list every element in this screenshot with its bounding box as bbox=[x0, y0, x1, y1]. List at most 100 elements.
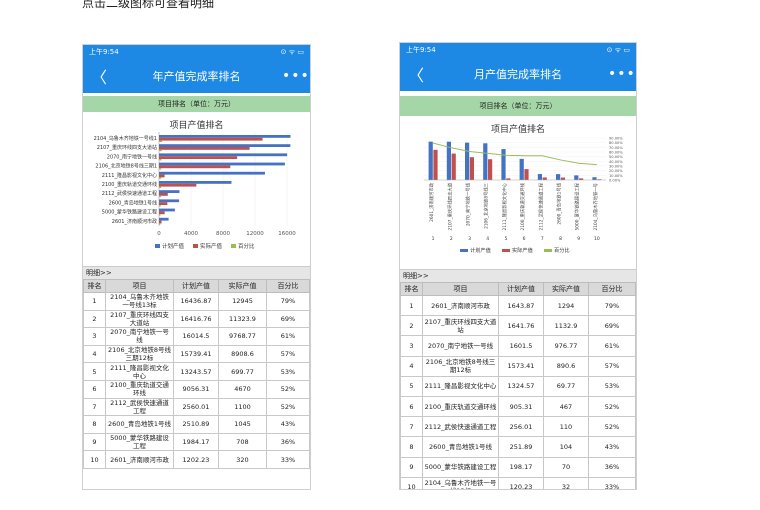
category-label: 2111_隆昌影视文化中心 bbox=[102, 172, 157, 179]
detail-link[interactable]: 明细>> bbox=[83, 266, 310, 279]
x-tick-label: 6 bbox=[523, 236, 526, 242]
percent-cell: 33% bbox=[588, 476, 636, 489]
title-bar: 〈 年产值完成率排名 ••• bbox=[83, 59, 310, 93]
rank-cell: 1 bbox=[83, 292, 106, 311]
year-chart[interactable]: 项目产值排名 0 4000 8000 12000 16000 2104_乌鲁木齐地铁一号线… bbox=[83, 112, 310, 262]
category-label: 5000_蒙华铁路建设工程 bbox=[102, 209, 157, 216]
actual-cell: 1132.9 bbox=[543, 315, 589, 337]
table-row[interactable]: 3 2070_南宁地铁一号线 16014.5 9768.77 61% bbox=[83, 327, 310, 346]
status-bar: 上午9:54 ⊙ ᯤ ▭ bbox=[83, 45, 310, 59]
percent-bar bbox=[159, 140, 163, 142]
x-tick-label: 2 bbox=[450, 236, 453, 242]
col-header-percent: 百分比 bbox=[266, 279, 310, 293]
table-row[interactable]: 10 2601_济南顺河市政 1202.23 320 33% bbox=[83, 450, 310, 469]
percent-cell: 53% bbox=[588, 375, 636, 397]
rank-cell: 3 bbox=[400, 335, 423, 357]
year-detail-table: 排名 项目 计划产值 实际产值 百分比 1 2104_乌鲁木齐地铁一号线13标 16… bbox=[83, 279, 310, 469]
actual-cell: 12945 bbox=[218, 292, 267, 311]
more-icon[interactable]: ••• bbox=[608, 66, 635, 82]
chart-title: 项目产值排名 bbox=[490, 125, 545, 135]
page-caption: 点击二级图标可查看明细 bbox=[82, 0, 215, 10]
legend-label: 计划产值 bbox=[470, 246, 491, 254]
rank-cell: 7 bbox=[400, 416, 423, 438]
percent-cell: 33% bbox=[266, 450, 310, 469]
actual-cell: 467 bbox=[543, 395, 589, 418]
table-row[interactable]: 8 2600_青岛地铁1号线 251.89 104 43% bbox=[400, 436, 636, 458]
rank-cell: 3 bbox=[83, 327, 106, 346]
rank-header: 项目排名（单位：万元） bbox=[83, 96, 310, 112]
rank-header: 项目排名（单位：万元） bbox=[400, 96, 636, 116]
plan-cell: 1573.41 bbox=[498, 355, 544, 377]
x-tick-label: 7 bbox=[541, 236, 544, 242]
status-bar: 上午9:54 ⊙ ᯤ ▭ bbox=[400, 43, 636, 57]
plan-cell: 198.17 bbox=[498, 456, 544, 478]
month-detail-table: 排名 项目 计划产值 实际产值 百分比 1 2601_济南顺河市政 1643.87 1… bbox=[400, 282, 636, 489]
x-tick-label: 10 bbox=[594, 236, 600, 242]
category-label: 2112_武侯快速通道工程 bbox=[102, 190, 157, 197]
percent-cell: 69% bbox=[588, 315, 636, 337]
project-cell: 2104_乌鲁木齐地铁一号线13标 bbox=[105, 292, 174, 311]
rank-cell: 5 bbox=[400, 375, 423, 397]
category-label: 2100_重庆轨道交通环线 bbox=[102, 181, 157, 188]
back-icon[interactable]: 〈 bbox=[91, 64, 111, 88]
rank-cell: 9 bbox=[83, 432, 106, 452]
rank-cell: 10 bbox=[400, 476, 423, 489]
actual-cell: 9768.77 bbox=[218, 327, 267, 346]
table-row[interactable]: 4 2106_北京地铁8号线三期12标 1573.41 890.6 57% bbox=[400, 355, 636, 377]
table-row[interactable]: 5 2111_隆昌影视文化中心 1324.57 69.77 53% bbox=[400, 375, 636, 397]
percent-cell: 61% bbox=[588, 335, 636, 357]
project-cell: 2100_重庆轨道交通环线 bbox=[105, 379, 174, 399]
percent-bar bbox=[159, 186, 162, 188]
status-time: 上午9:54 bbox=[89, 48, 119, 56]
table-row[interactable]: 1 2104_乌鲁木齐地铁一号线13标 16436.87 12945 79% bbox=[83, 292, 310, 311]
detail-link[interactable]: 明细>> bbox=[400, 269, 636, 282]
table-row[interactable]: 7 2112_武侯快速通道工程 2560.01 1100 52% bbox=[83, 397, 310, 417]
table-row[interactable]: 6 2100_重庆轨道交通环线 905.31 467 52% bbox=[400, 395, 636, 418]
back-icon[interactable]: 〈 bbox=[408, 62, 428, 86]
col-header-rank: 排名 bbox=[400, 282, 423, 296]
table-row[interactable]: 3 2070_南宁地铁一号线 1601.5 976.77 61% bbox=[400, 335, 636, 357]
plan-cell: 16416.76 bbox=[173, 309, 219, 329]
table-row[interactable]: 2 2107_重庆环线四支大道站 1641.76 1132.9 69% bbox=[400, 315, 636, 337]
rank-cell: 8 bbox=[400, 436, 423, 458]
percent-cell: 52% bbox=[266, 397, 310, 417]
table-row[interactable]: 6 2100_重庆轨道交通环线 9056.31 4670 52% bbox=[83, 379, 310, 399]
table-row[interactable]: 102104_乌鲁木齐地铁一号线13标120.233233% bbox=[400, 476, 636, 489]
table-row[interactable]: 5 2111_隆昌影视文化中心 13243.57 699.77 53% bbox=[83, 362, 310, 381]
percent-bar bbox=[159, 168, 162, 170]
percent-bar bbox=[159, 223, 161, 225]
y2-tick-label: 30.00% bbox=[609, 165, 623, 169]
table-row[interactable]: 9 5000_蒙华铁路建设工程 198.17 70 36% bbox=[400, 456, 636, 478]
category-name-label: 5000_蒙华铁路建设工程 bbox=[574, 182, 581, 230]
legend-label: 计划产值 bbox=[162, 242, 185, 250]
rank-cell: 6 bbox=[400, 395, 423, 418]
plan-cell: 120.23 bbox=[498, 476, 544, 489]
plan-cell: 2560.01 bbox=[173, 397, 219, 417]
plan-cell: 1601.5 bbox=[498, 335, 544, 357]
plan-bar bbox=[592, 177, 597, 180]
plan-cell: 905.31 bbox=[498, 395, 544, 418]
project-cell: 2111_隆昌影视文化中心 bbox=[105, 362, 174, 381]
table-row[interactable]: 8 2600_青岛地铁1号线 2510.89 1045 43% bbox=[83, 415, 310, 434]
plan-cell: 1641.76 bbox=[498, 315, 544, 337]
table-row[interactable]: 4 2106_北京地铁8号线三期12标 15739.41 8908.6 57% bbox=[83, 344, 310, 364]
more-icon[interactable]: ••• bbox=[282, 68, 309, 84]
table-row[interactable]: 9 5000_蒙华铁路建设工程 1984.17 708 36% bbox=[83, 432, 310, 452]
col-header-actual: 实际产值 bbox=[543, 282, 589, 296]
actual-bar bbox=[159, 220, 162, 224]
project-cell: 2106_北京地铁8号线三期12标 bbox=[422, 355, 499, 377]
table-row[interactable]: 7 2112_武侯快速通道工程 256.01 110 52% bbox=[400, 416, 636, 438]
plan-cell: 1643.87 bbox=[498, 294, 544, 317]
y2-tick-label: 80.00% bbox=[609, 141, 623, 145]
actual-cell: 976.77 bbox=[543, 335, 589, 357]
category-label: 2070_南宁地铁一号线 bbox=[107, 153, 157, 160]
percent-cell: 79% bbox=[266, 292, 310, 311]
rank-cell: 4 bbox=[83, 344, 106, 364]
month-chart[interactable]: 项目产值排名 0.00% 10.00% 20.00% 30.00% 40.00% 50.0… bbox=[400, 116, 636, 263]
table-row[interactable]: 1 2601_济南顺河市政 1643.87 1294 79% bbox=[400, 294, 636, 317]
table-row[interactable]: 2 2107_重庆环线四支大道站 16416.76 11323.9 69% bbox=[83, 309, 310, 329]
percent-cell: 52% bbox=[266, 379, 310, 399]
category-name-label: 2111_隆昌影视文化中心 bbox=[501, 182, 508, 230]
category-label: 2106_北京地铁8号线三期1 bbox=[95, 163, 157, 170]
project-cell: 2601_济南顺河市政 bbox=[105, 450, 174, 469]
